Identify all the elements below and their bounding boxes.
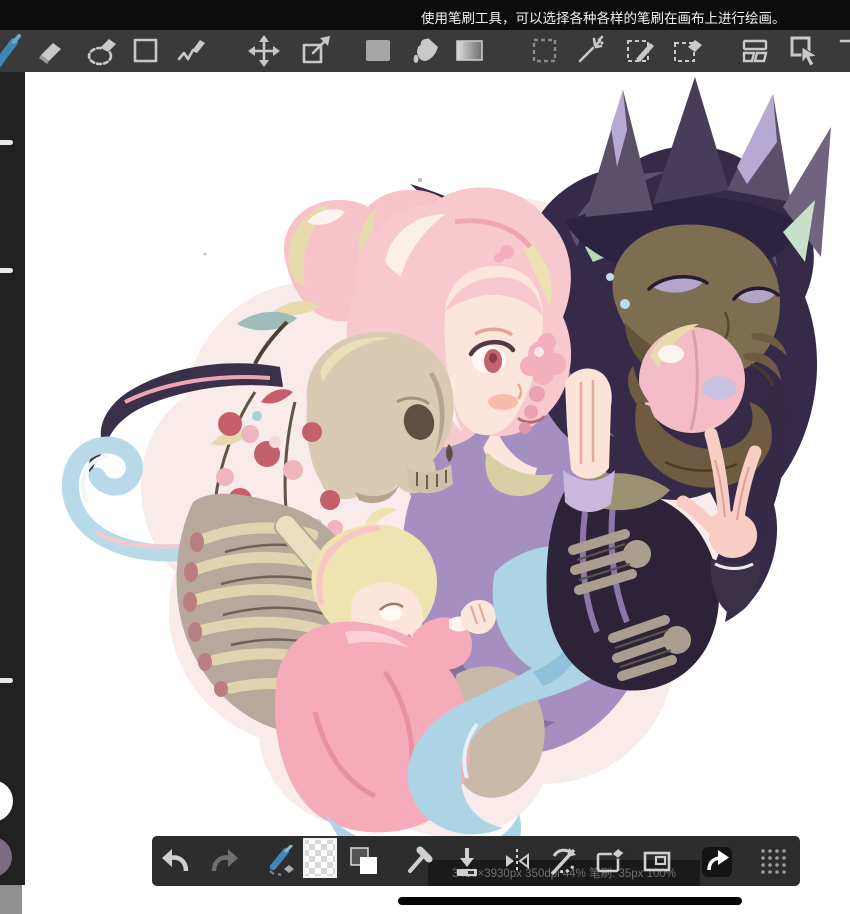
gradient-icon xyxy=(453,34,487,68)
flip-horizontal-icon xyxy=(501,845,533,877)
select-eraser-tool[interactable] xyxy=(671,34,705,68)
select-icon xyxy=(528,34,562,68)
reset-rotation-button[interactable] xyxy=(547,845,579,877)
sidebar-handle-3[interactable] xyxy=(0,678,13,683)
eraser-tool[interactable] xyxy=(33,34,67,68)
drag-handle-icon xyxy=(759,847,787,875)
rectangle-tool[interactable] xyxy=(129,34,163,68)
text-tool[interactable] xyxy=(835,34,850,68)
transparent-swatch-icon xyxy=(303,838,337,878)
canvas-area[interactable] xyxy=(25,72,850,885)
color-swatch-icon xyxy=(361,34,395,68)
artwork[interactable] xyxy=(25,72,850,885)
undo-icon xyxy=(159,845,191,877)
toolbar-drag-handle[interactable] xyxy=(757,845,789,877)
color-swatch-tool[interactable] xyxy=(361,34,395,68)
redo-icon xyxy=(209,845,241,877)
clear-icon xyxy=(594,845,626,877)
text-icon xyxy=(835,34,850,68)
undo-button[interactable] xyxy=(159,845,191,877)
brush-icon xyxy=(0,34,25,68)
select-tool[interactable] xyxy=(528,34,562,68)
share-button-background xyxy=(702,847,732,877)
save-button[interactable] xyxy=(451,845,483,877)
white-color-dot[interactable] xyxy=(0,780,13,822)
flip-horizontal-button[interactable] xyxy=(501,845,533,877)
brush-eraser-icon xyxy=(266,845,298,877)
soft-eraser-icon xyxy=(86,34,120,68)
save-icon xyxy=(451,845,483,877)
notification-bar: 使用笔刷工具，可以选择各种各样的笔刷在画布上进行绘画。 xyxy=(0,0,850,30)
skull-motif xyxy=(307,332,454,503)
soft-eraser-tool[interactable] xyxy=(86,34,120,68)
redo-button[interactable] xyxy=(209,845,241,877)
magic-wand-icon xyxy=(574,34,608,68)
gradient-tool[interactable] xyxy=(453,34,487,68)
move-tool[interactable] xyxy=(247,34,281,68)
brush-tool[interactable] xyxy=(0,34,25,68)
color-swap-swatches[interactable] xyxy=(348,845,380,877)
rectangle-icon xyxy=(129,34,163,68)
notification-text: 使用笔刷工具，可以选择各种各样的笔刷在画布上进行绘画。 xyxy=(421,7,786,27)
clear-button[interactable] xyxy=(594,845,626,877)
operation-select-tool[interactable] xyxy=(788,34,822,68)
select-eraser-icon xyxy=(671,34,705,68)
curve-pen-icon xyxy=(175,34,209,68)
home-indicator[interactable] xyxy=(398,897,742,905)
brush-eraser-toggle[interactable] xyxy=(266,845,298,877)
top-toolbar xyxy=(0,30,850,72)
magic-wand-tool[interactable] xyxy=(574,34,608,68)
eyedropper-icon xyxy=(402,845,434,877)
sidebar-handle-1[interactable] xyxy=(0,140,13,145)
frame-button[interactable] xyxy=(641,845,673,877)
transparent-color-swatch[interactable] xyxy=(302,842,338,874)
fill-bucket-tool[interactable] xyxy=(408,34,442,68)
sidebar-handle-2[interactable] xyxy=(0,268,13,273)
frame-icon xyxy=(641,845,673,877)
move-icon xyxy=(247,34,281,68)
fill-bucket-icon xyxy=(408,34,442,68)
transform-icon xyxy=(300,34,334,68)
pale-hand xyxy=(563,368,615,512)
bottom-toolbar: 3416×3930px 350dpi 44% 笔刷: 35px 100% xyxy=(152,836,800,886)
left-sidebar xyxy=(0,72,25,885)
eraser-icon xyxy=(33,34,67,68)
canvas-speck-2 xyxy=(204,253,207,256)
purple-color-dot[interactable] xyxy=(0,837,12,877)
color-swap-icon xyxy=(348,845,380,877)
divide-canvas-tool[interactable] xyxy=(739,34,773,68)
transform-tool[interactable] xyxy=(300,34,334,68)
share-button[interactable] xyxy=(701,846,733,878)
select-pen-tool[interactable] xyxy=(624,34,658,68)
operation-select-icon xyxy=(788,34,822,68)
share-icon xyxy=(702,847,732,877)
divide-canvas-icon xyxy=(739,34,773,68)
select-pen-icon xyxy=(624,34,658,68)
eyedropper-button[interactable] xyxy=(402,845,434,877)
reset-rotation-icon xyxy=(547,845,579,877)
bottom-left-strip xyxy=(0,885,22,914)
canvas-speck-1 xyxy=(418,178,422,182)
curve-pen-tool[interactable] xyxy=(175,34,209,68)
